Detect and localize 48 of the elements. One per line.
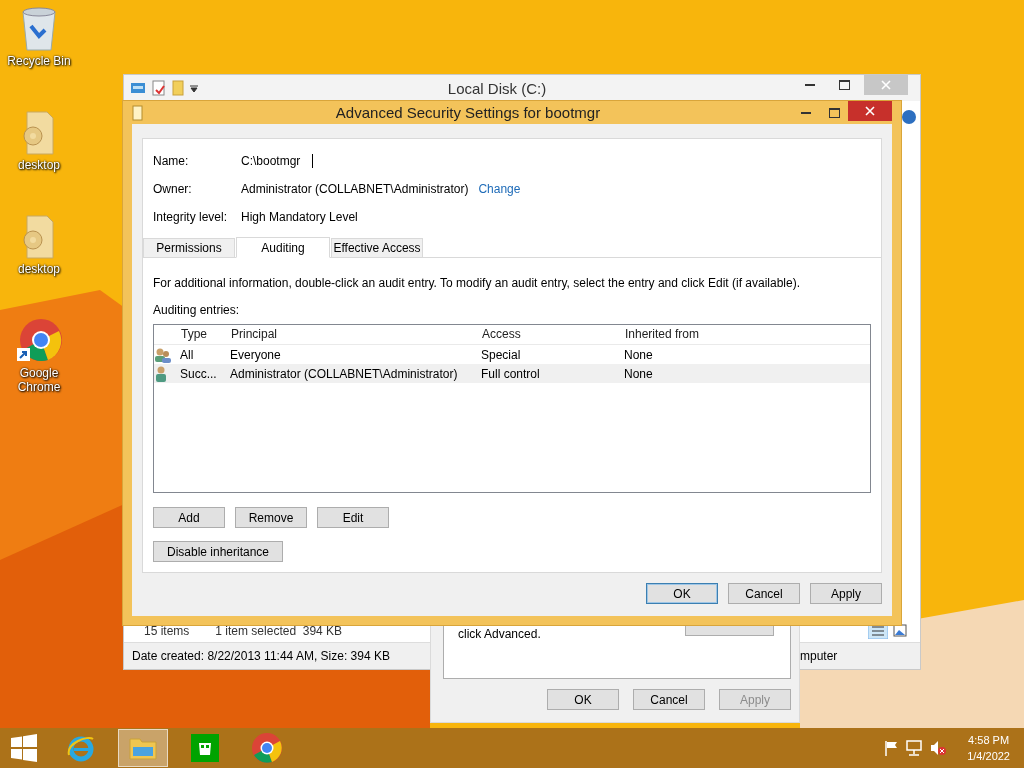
list-label: Auditing entries: xyxy=(153,303,241,317)
table-cell-text: Everyone xyxy=(230,347,282,362)
computer-label: mputer xyxy=(800,649,838,663)
tab[interactable]: Permissions xyxy=(143,238,235,257)
dialog-title: Advanced Security Settings for bootmgr xyxy=(334,104,602,121)
icon-label: desktop xyxy=(17,158,61,172)
column-header[interactable]: Principal xyxy=(230,325,481,344)
file-details: Date created: 8/22/2013 11:44 AM, Size: 394 KB xyxy=(132,649,391,663)
column-header[interactable]: Inherited from xyxy=(624,325,870,344)
table-cell-text: Administrator (COLLABNET\Administrator) xyxy=(230,366,459,381)
field-label: Integrity level: xyxy=(153,210,229,224)
window-title: Local Disk (C:) xyxy=(446,79,548,97)
entry-button[interactable]: Add xyxy=(153,507,225,528)
change-link[interactable]: Change xyxy=(478,182,521,196)
tab[interactable]: Auditing xyxy=(236,237,330,258)
column-header[interactable]: Access xyxy=(481,325,624,344)
audit-entry-row[interactable]: Succ... Administrator (COLLABNET\Administrator) Full control None xyxy=(154,364,870,383)
column-header[interactable]: Type xyxy=(180,325,230,344)
icon-label: Recycle Bin xyxy=(6,54,72,68)
selection-info: 1 item selected 394 KB xyxy=(215,624,343,638)
dialog-button[interactable]: Apply xyxy=(810,583,882,604)
tab[interactable]: Effective Access xyxy=(331,238,423,257)
table-cell-text: None xyxy=(624,366,654,381)
hint-text: click Advanced. xyxy=(458,627,541,641)
dialog-button[interactable]: OK xyxy=(646,583,718,604)
clock-date: 1/4/2022 xyxy=(967,749,1010,764)
table-cell-text: All xyxy=(180,347,195,362)
icon-label: Google Chrome xyxy=(16,366,62,394)
entry-button[interactable]: Remove xyxy=(235,507,307,528)
name-field[interactable]: C:\bootmgr xyxy=(241,154,313,168)
field-label: Owner: xyxy=(153,182,193,196)
dialog-button[interactable]: OK xyxy=(547,689,619,710)
field-value: High Mandatory Level xyxy=(241,210,358,224)
table-cell-text: Succ... xyxy=(180,366,218,381)
disable-inheritance-button[interactable]: Disable inheritance xyxy=(153,541,283,562)
dialog-button[interactable]: Cancel xyxy=(728,583,800,604)
dialog-button[interactable]: Cancel xyxy=(633,689,705,710)
instructions-text: For additional information, double-click an audit entry. To modify an audit entry, select the entry and click Edit (if available). xyxy=(153,276,801,290)
table-cell-text: Special xyxy=(481,347,522,362)
field-label: Name: xyxy=(153,154,190,168)
icon-label: desktop xyxy=(17,262,61,276)
clock[interactable]: 4:58 PM 1/4/2022 xyxy=(967,732,1010,764)
entry-button[interactable]: Edit xyxy=(317,507,389,528)
clock-time: 4:58 PM xyxy=(968,733,1010,748)
item-count: 15 items xyxy=(144,624,190,638)
table-cell-text: Full control xyxy=(481,366,541,381)
table-cell-text: None xyxy=(624,347,654,362)
field-value: Administrator (COLLABNET\Administrator) xyxy=(241,182,469,196)
